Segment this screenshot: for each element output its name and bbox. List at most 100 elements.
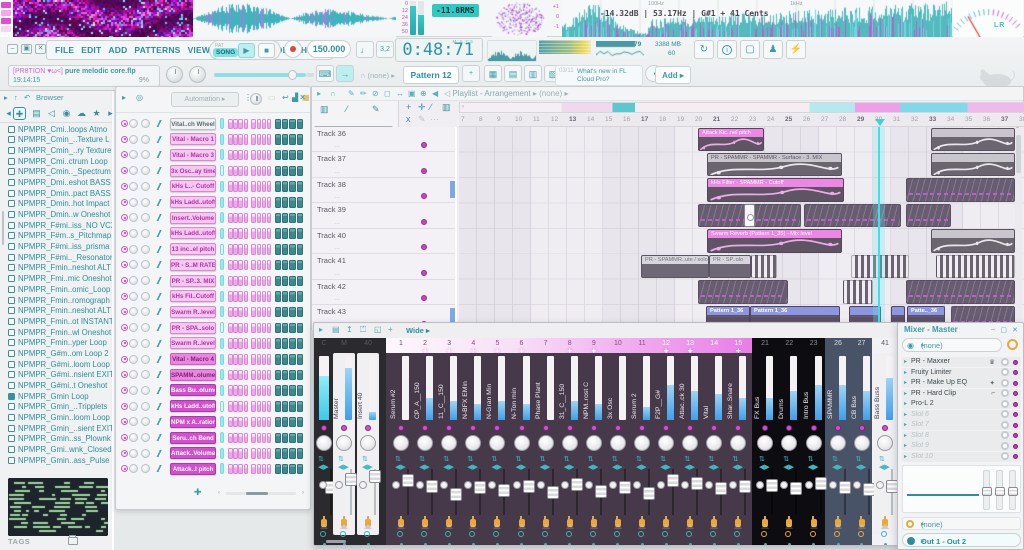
strip-mute-led[interactable] [398, 425, 404, 431]
step-cell[interactable] [267, 338, 272, 349]
step-cell[interactable] [251, 181, 256, 192]
step-cell[interactable] [289, 228, 296, 239]
step-cell[interactable] [238, 464, 243, 475]
strip-stereo-sep-icon[interactable]: ⇅ ◀▶ [660, 455, 677, 471]
strip-number[interactable]: 27 [851, 340, 873, 347]
track-header[interactable]: Track 42… [312, 280, 455, 305]
browser-item[interactable]: NPMPR_Fmi..mic Oneshot [8, 274, 112, 285]
channel-volume-knob[interactable] [141, 449, 150, 458]
step-cell[interactable] [297, 307, 304, 318]
mixer-strip-9[interactable]: NPM..rost C⇅ ◀▶ [583, 353, 605, 535]
step-cell[interactable] [289, 276, 296, 287]
browser-item[interactable]: NPMPR_Cmin_..ry Texture [8, 145, 112, 156]
channel-target-selector[interactable] [220, 197, 224, 208]
slot-mix-knob[interactable] [1001, 389, 1009, 397]
step-cell[interactable] [244, 370, 249, 381]
track-mute-led[interactable] [421, 244, 427, 250]
strip-fader-handle[interactable] [547, 486, 559, 499]
browser-item[interactable]: NPMPR_Fmin..ot INSTANT [8, 316, 112, 327]
slot-mix-knob[interactable] [1001, 442, 1009, 450]
mixer-strip-14[interactable]: Vital⇅ ◀▶ [703, 353, 725, 535]
strip-stereo-sep-icon[interactable]: ⇅ ◀▶ [491, 455, 508, 471]
tab-files-icon[interactable]: ▤ [30, 107, 43, 120]
step-cell[interactable] [238, 166, 243, 177]
step-cell[interactable] [267, 448, 272, 459]
browser-item[interactable]: NPMPR_Cmi..ctrum Loop [8, 156, 112, 167]
step-cell[interactable] [282, 181, 289, 192]
channel-mute-led[interactable] [121, 167, 128, 174]
strip-expand-icon[interactable] [710, 524, 718, 529]
master-volume-knob[interactable] [189, 66, 206, 83]
channel-volume-knob[interactable] [141, 292, 150, 301]
strip-fader-handle[interactable] [498, 484, 510, 497]
strip-fader-handle[interactable] [450, 488, 462, 501]
step-cell[interactable] [297, 244, 304, 255]
channel-target-selector[interactable] [220, 228, 224, 239]
mixer-strip-7[interactable]: Phase Plant⇅ ◀▶ [535, 353, 557, 535]
strip-pan-knob[interactable] [465, 435, 481, 451]
step-cell[interactable] [228, 197, 233, 208]
channel-pan-knob[interactable] [129, 150, 138, 159]
strip-mute-led[interactable] [494, 425, 500, 431]
step-cell[interactable] [257, 417, 262, 428]
step-cell[interactable] [251, 166, 256, 177]
step-cell[interactable] [262, 213, 267, 224]
strip-mute-led[interactable] [811, 425, 817, 431]
channel-pan-knob[interactable] [129, 213, 138, 222]
strip-record-clock-icon[interactable] [340, 531, 346, 537]
strip-record-clock-icon[interactable] [881, 531, 887, 537]
master-send-selector[interactable]: (none) ▸ [902, 517, 1021, 530]
step-cell[interactable] [297, 401, 304, 412]
step-cell[interactable] [297, 166, 304, 177]
strip-fader-handle[interactable] [571, 478, 583, 491]
playlist-clip[interactable] [936, 255, 1015, 279]
strip-record-clock-icon[interactable] [590, 531, 596, 537]
track-header[interactable]: Track 37… [312, 152, 455, 177]
step-cell[interactable] [233, 385, 238, 396]
input-record-clock-icon[interactable] [1007, 339, 1018, 350]
strip-fader-handle[interactable] [815, 477, 827, 490]
mixer-strip-23[interactable]: Intro Bus⇅ ◀▶ [803, 353, 825, 535]
browser-item[interactable]: NPMPR_Fmin..neshot ALT [8, 263, 112, 274]
rack-undo-icon[interactable]: ↩ [282, 93, 289, 102]
transport-mode[interactable]: PAT SONG ▶ ■ [209, 40, 281, 60]
effect-slot[interactable]: ▸Slot 9 [902, 441, 1021, 451]
rack-hscrollbar[interactable] [226, 492, 296, 495]
slot-arrow-icon[interactable]: ▸ [904, 442, 907, 449]
browser-item[interactable]: NPMPR_G#m..om Loop 2 [8, 348, 112, 359]
strip-fader-handle[interactable] [739, 480, 751, 493]
strip-mute-led[interactable] [687, 425, 693, 431]
strip-mute-led[interactable] [591, 425, 597, 431]
menu-edit[interactable]: EDIT [81, 45, 101, 55]
mixer-strip-8[interactable]: 31_C__150⇅ ◀▶ [559, 353, 581, 535]
strip-fader-handle[interactable] [619, 481, 631, 494]
step-cell[interactable] [282, 307, 289, 318]
step-cell[interactable] [251, 464, 256, 475]
add-button[interactable]: Add ▸ [655, 66, 691, 84]
step-cell[interactable] [257, 464, 262, 475]
channel-volume-knob[interactable] [141, 150, 150, 159]
channel-row[interactable]: Vital - Macro 1 [116, 132, 310, 148]
channel-volume-knob[interactable] [141, 260, 150, 269]
whats-new-banner[interactable]: 03/11 What's new in FL Cloud Pro? [555, 65, 643, 86]
step-cell[interactable] [228, 181, 233, 192]
artist-icon[interactable]: ♟ [763, 40, 783, 59]
strip-pan-knob[interactable] [586, 435, 602, 451]
strip-expand-icon[interactable] [810, 524, 818, 529]
effect-slot[interactable]: ▸Slot 10 [902, 452, 1021, 462]
strip-stereo-sep-icon[interactable]: ⇅ ◀▶ [338, 455, 355, 471]
paint-tool-icon[interactable]: ✏ [360, 89, 367, 98]
strip-mini-knob[interactable] [561, 481, 569, 489]
effect-slot[interactable]: ▸Slot 8 [902, 431, 1021, 441]
channel-pan-knob[interactable] [129, 355, 138, 364]
channel-button[interactable]: Swarm R..level [170, 306, 216, 318]
step-cell[interactable] [251, 354, 256, 365]
strip-pan-knob[interactable] [806, 435, 822, 451]
pl-menu-icon[interactable]: ▸ [317, 89, 321, 98]
channel-button[interactable]: kHs Ladd..utoff [170, 227, 216, 239]
output-expand-icon[interactable]: ▸ [921, 537, 1016, 545]
channel-target-selector[interactable] [220, 306, 224, 317]
strip-expand-icon[interactable] [340, 524, 348, 529]
step-cell[interactable] [289, 150, 296, 161]
playlist-grid[interactable]: Attack Kic..nel pitchPR - SPAMMR - SPAMM… [459, 127, 1024, 331]
